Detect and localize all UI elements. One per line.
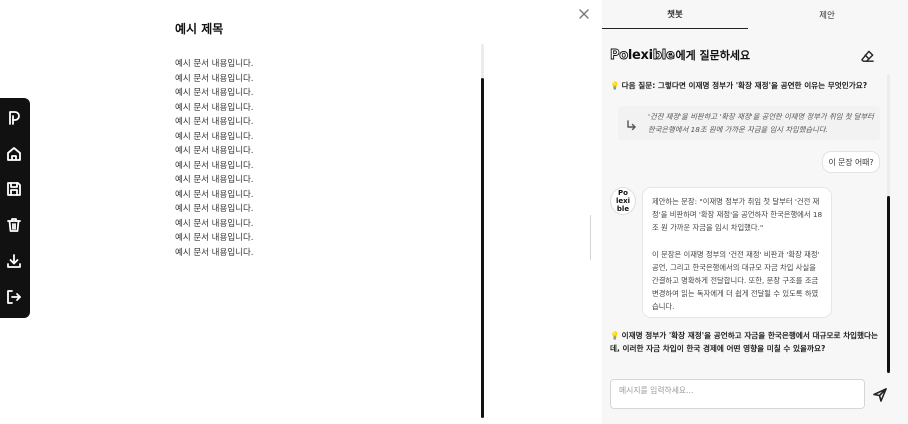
download-icon <box>7 254 21 268</box>
logout-button[interactable] <box>4 287 24 307</box>
bot-avatar: Po lexi ble <box>610 187 636 215</box>
document-line: 예시 문서 내용입니다. <box>175 146 254 156</box>
clear-chat-button[interactable] <box>858 47 876 65</box>
panel-heading: Polexible 에게 질문하세요 <box>610 46 751 64</box>
panel-heading-text: 에게 질문하세요 <box>675 49 751 62</box>
document-line: 예시 문서 내용입니다. <box>175 117 254 127</box>
bot-message-paragraph: 이 문장은 이재명 정부의 '건전 재정' 비판과 '확장 재정' 공언, 그리… <box>652 249 820 312</box>
message-input[interactable] <box>610 379 865 409</box>
brand-logo-part3: ble <box>652 47 675 63</box>
tab-suggestions[interactable]: 제안 <box>754 0 900 29</box>
eraser-icon <box>860 50 874 62</box>
reply-arrow-icon <box>626 116 637 131</box>
document-line: 예시 문서 내용입니다. <box>175 204 254 214</box>
trash-icon <box>7 218 21 232</box>
lightbulb-icon: 💡 <box>610 81 620 90</box>
suggested-question-top[interactable]: 💡 다음 질문: 그렇다면 이재명 정부가 '확장 재정'을 공연한 이유는 무… <box>610 79 878 92</box>
document-line: 예시 문서 내용입니다. <box>175 59 254 69</box>
panel-resize-handle[interactable] <box>590 215 591 260</box>
bot-avatar-line3: ble <box>616 205 630 213</box>
left-toolbar <box>0 98 30 318</box>
document-line: 예시 문서 내용입니다. <box>175 189 254 200</box>
save-icon <box>7 182 21 196</box>
document-line: 예시 문서 내용입니다. <box>175 160 254 171</box>
chat-panel: 챗봇 제안 Polexible 에게 질문하세요 💡 다음 질문: 그렇다면 이… <box>602 0 908 424</box>
user-message: 이 문장 어때? <box>822 151 880 173</box>
document-line: 예시 문서 내용입니다. <box>175 247 254 258</box>
logout-icon <box>7 290 21 304</box>
brand-logo: Polexible <box>610 47 676 63</box>
home-icon <box>7 147 21 161</box>
document-line: 예시 문서 내용입니다. <box>175 233 254 243</box>
close-icon <box>579 9 589 19</box>
chat-scrollbar-thumb[interactable] <box>887 196 890 373</box>
bot-avatar-line1: Po <box>618 189 628 197</box>
quoted-sentence: '건전 재정'을 비판하고 '확장 재정'을 공언한 이재명 정부가 취임 첫 … <box>618 106 880 140</box>
document-body[interactable]: 예시 문서 내용입니다. 예시 문서 내용입니다. 예시 문서 내용입니다. 예시 문… <box>175 57 405 260</box>
bot-avatar-line2: lexi <box>615 197 631 205</box>
document-line: 예시 문서 내용입니다. <box>175 131 254 142</box>
bot-message-paragraph: 제안하는 문장: "이재명 정부가 취임 첫 달부터 '건전 재정'을 비판하며… <box>652 197 823 233</box>
suggested-question-bottom[interactable]: 💡 이재명 정부가 '확장 재정'을 공언하고 자금을 한국은행에서 대규모로 … <box>610 329 878 355</box>
app-logo-button[interactable] <box>4 108 24 128</box>
brand-logo-part1: Po <box>610 47 629 63</box>
document-line: 예시 문서 내용입니다. <box>175 88 254 98</box>
bot-message: 제안하는 문장: "이재명 정부가 취임 첫 달부터 '건전 재정'을 비판하며… <box>642 187 832 318</box>
document-line: 예시 문서 내용입니다. <box>175 175 254 185</box>
logo-p-icon <box>9 111 20 125</box>
document-line: 예시 문서 내용입니다. <box>175 102 254 113</box>
suggested-question-bottom-text: 이재명 정부가 '확장 재정'을 공언하고 자금을 한국은행에서 대규모로 차입… <box>610 331 878 353</box>
lightbulb-icon: 💡 <box>610 331 620 340</box>
send-button[interactable] <box>872 387 888 403</box>
document-scrollbar-thumb[interactable] <box>481 78 484 418</box>
document-title[interactable]: 예시 제목 <box>175 20 223 37</box>
document-line: 예시 문서 내용입니다. <box>175 73 254 84</box>
suggested-question-top-text: 다음 질문: 그렇다면 이재명 정부가 '확장 재정'을 공연한 이유는 무엇인… <box>621 81 868 90</box>
document-line: 예시 문서 내용입니다. <box>175 218 254 229</box>
send-icon <box>873 388 887 402</box>
download-button[interactable] <box>4 251 24 271</box>
delete-button[interactable] <box>4 215 24 235</box>
brand-logo-part2: lexi <box>627 47 653 63</box>
save-button[interactable] <box>4 179 24 199</box>
tab-chatbot[interactable]: 챗봇 <box>602 0 748 29</box>
quoted-sentence-text: '건전 재정'을 비판하고 '확장 재정'을 공언한 이재명 정부가 취임 첫 … <box>648 112 874 134</box>
home-button[interactable] <box>4 144 24 164</box>
close-panel-button[interactable] <box>576 6 592 22</box>
